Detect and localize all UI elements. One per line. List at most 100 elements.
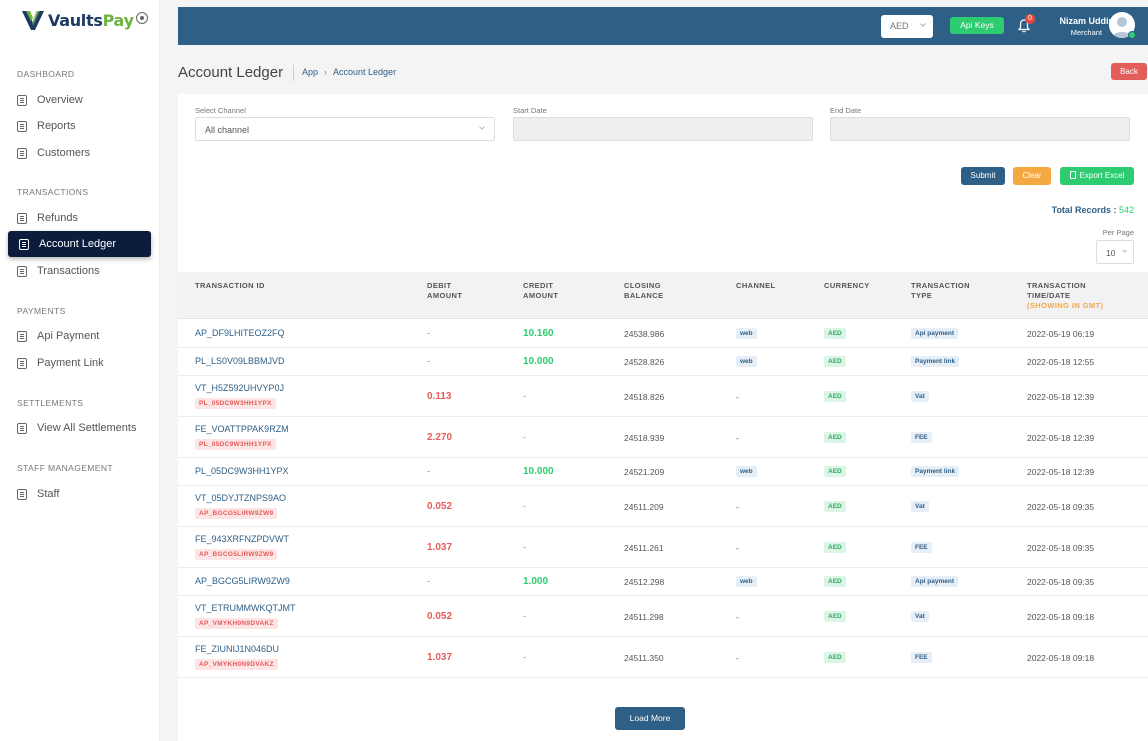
sidebar-item-transactions[interactable]: Transactions	[17, 263, 100, 279]
channel-badge: web	[736, 576, 757, 587]
sidebar-item-refunds[interactable]: Refunds	[17, 210, 78, 226]
credit-amount: 1.000	[523, 576, 549, 587]
debit-amount: 1.037	[427, 651, 453, 663]
currency-badge: AED	[824, 431, 846, 443]
transaction-time: 2022-05-18 09:35	[1027, 501, 1095, 512]
transaction-id-link[interactable]: VT_ETRUMMWKQTJMT	[195, 603, 296, 613]
reference-badge[interactable]: AP_VMYKH0N9DVAKZ	[195, 618, 278, 629]
load-more-button[interactable]: Load More	[615, 707, 685, 730]
transaction-id-link[interactable]: FE_943XRFNZPDVWT	[195, 534, 289, 544]
th-debit-amount[interactable]: DEBIT AMOUNT	[427, 281, 462, 301]
reference-badge[interactable]: AP_VMYKH0N9DVAKZ	[195, 659, 278, 670]
sidebar-item-account-ledger[interactable]: Account Ledger	[8, 231, 151, 257]
channel-badge: web	[736, 466, 757, 477]
table-row[interactable]: FE_ZIUNIJ1N046DU AP_VMYKH0N9DVAKZ 1.037 - 24…	[178, 637, 1148, 678]
closing-balance: 24511.261	[624, 542, 664, 553]
transaction-time: 2022-05-18 12:39	[1027, 432, 1095, 443]
debit-amount: -	[427, 466, 430, 476]
breadcrumb-current[interactable]: Account Ledger	[333, 67, 396, 77]
end-date-input[interactable]	[830, 117, 1130, 141]
closing-balance: 24511.298	[624, 611, 664, 622]
sidebar-item-customers[interactable]: Customers	[17, 145, 90, 161]
total-records: Total Records : 542	[1051, 205, 1134, 215]
th-closing-balance[interactable]: CLOSING BALANCE	[624, 281, 663, 301]
transaction-id-link[interactable]: AP_DF9LHITEOZ2FQ	[195, 328, 285, 338]
table-row[interactable]: VT_05DYJTZNPS9AO AP_BGCG5LIRW9ZW9 0.052 - 24…	[178, 486, 1148, 527]
sidebar-item-staff[interactable]: Staff	[17, 486, 59, 502]
closing-balance: 24512.298	[624, 577, 665, 587]
currency-badge: AED	[824, 610, 846, 622]
section-title-settlements: SETTLEMENTS	[17, 398, 84, 408]
sidebar-item-view-all-settlements[interactable]: View All Settlements	[17, 420, 136, 436]
currency-badge: AED	[824, 328, 846, 339]
debit-amount: -	[427, 328, 430, 338]
transaction-time: 2022-05-18 09:18	[1027, 611, 1095, 622]
transaction-time: 2022-05-18 12:55	[1027, 357, 1095, 367]
table-row[interactable]: FE_VOATTPPAK9RZM PL_05DC9W3HH1YPX 2.270 - 24…	[178, 417, 1148, 458]
back-button[interactable]: Back	[1111, 63, 1147, 80]
table-row[interactable]: AP_BGCG5LIRW9ZW9 - 1.000 24512.298 web AED Api…	[178, 568, 1148, 596]
document-icon	[17, 330, 27, 342]
currency-select[interactable]: AED	[881, 15, 933, 38]
api-keys-button[interactable]: Api Keys	[950, 17, 1004, 34]
transaction-type-badge: Vat	[911, 390, 929, 402]
credit-amount: -	[523, 431, 526, 442]
reference-badge[interactable]: AP_BGCG5LIRW9ZW9	[195, 508, 278, 519]
th-credit-amount[interactable]: CREDIT AMOUNT	[523, 281, 558, 301]
reference-badge[interactable]: PL_05DC9W3HH1YPX	[195, 398, 276, 409]
section-title-payments: PAYMENTS	[17, 306, 66, 316]
per-page-select[interactable]: 10	[1096, 240, 1134, 264]
sidebar-item-api-payment[interactable]: Api Payment	[17, 328, 99, 344]
debit-amount: 2.270	[427, 431, 453, 443]
start-date-label: Start Date	[513, 106, 547, 115]
th-transaction-type[interactable]: TRANSACTION TYPE	[911, 281, 970, 301]
start-date-input[interactable]	[513, 117, 813, 141]
sidebar-item-payment-link[interactable]: Payment Link	[17, 355, 104, 371]
credit-amount: -	[523, 610, 526, 621]
transaction-time: 2022-05-18 09:35	[1027, 542, 1095, 553]
table-row[interactable]: PL_LS0V09LBBMJVD - 10.000 24528.826 web AED Pa…	[178, 348, 1148, 376]
clear-button[interactable]: Clear	[1013, 167, 1051, 185]
channel-select[interactable]: All channel	[195, 117, 495, 141]
submit-button[interactable]: Submit	[961, 167, 1005, 185]
reference-badge[interactable]: AP_BGCG5LIRW9ZW9	[195, 549, 278, 560]
sidebar-item-reports[interactable]: Reports	[17, 118, 76, 134]
transaction-id-link[interactable]: AP_BGCG5LIRW9ZW9	[195, 576, 290, 586]
credit-amount: 10.000	[523, 356, 554, 367]
breadcrumb-app-link[interactable]: App	[302, 67, 318, 77]
transaction-id-link[interactable]: FE_VOATTPPAK9RZM	[195, 424, 289, 434]
table-row[interactable]: VT_H5Z592UHVYP0J PL_05DC9W3HH1YPX 0.113 - 24…	[178, 376, 1148, 417]
table-row[interactable]: FE_943XRFNZPDVWT AP_BGCG5LIRW9ZW9 1.037 - 24…	[178, 527, 1148, 568]
user-name[interactable]: Nizam Uddin	[1020, 16, 1114, 26]
document-icon	[17, 422, 27, 434]
table-row[interactable]: VT_ETRUMMWKQTJMT AP_VMYKH0N9DVAKZ 0.052 - 24…	[178, 596, 1148, 637]
brand-logo[interactable]: VaultsPay	[20, 8, 134, 32]
document-icon	[17, 94, 27, 106]
sidebar-item-overview[interactable]: Overview	[17, 92, 83, 108]
th-transaction-id[interactable]: TRANSACTION ID	[195, 281, 265, 291]
sidebar: VaultsPay DASHBOARD Overview Reports Cus…	[0, 0, 160, 741]
th-currency[interactable]: CURRENCY	[824, 281, 870, 291]
transaction-id-link[interactable]: PL_05DC9W3HH1YPX	[195, 466, 289, 476]
reference-badge[interactable]: PL_05DC9W3HH1YPX	[195, 439, 276, 450]
document-icon	[17, 147, 27, 159]
table-row[interactable]: PL_05DC9W3HH1YPX - 10.000 24521.209 web AED Pa…	[178, 458, 1148, 486]
th-channel[interactable]: CHANNEL	[736, 281, 775, 291]
th-transaction-time[interactable]: TRANSACTION TIME/DATE (SHOWING IN GMT)	[1027, 281, 1103, 311]
document-icon	[17, 265, 27, 277]
transaction-id-link[interactable]: VT_05DYJTZNPS9AO	[195, 493, 286, 503]
transaction-time: 2022-05-18 12:39	[1027, 467, 1095, 477]
transaction-id-link[interactable]: PL_LS0V09LBBMJVD	[195, 356, 285, 366]
transaction-id-link[interactable]: VT_H5Z592UHVYP0J	[195, 383, 284, 393]
transaction-id-link[interactable]: FE_ZIUNIJ1N046DU	[195, 644, 279, 654]
table-row[interactable]: AP_DF9LHITEOZ2FQ - 10.160 24538.986 web AED Ap…	[178, 320, 1148, 348]
currency-badge: AED	[824, 500, 846, 512]
sidebar-toggle-icon[interactable]	[136, 12, 148, 24]
total-records-value: 542	[1118, 205, 1134, 215]
excel-file-icon	[1069, 171, 1076, 179]
export-excel-button[interactable]: Export Excel	[1060, 167, 1134, 185]
debit-amount: -	[427, 356, 430, 366]
transaction-type-badge: Api payment	[911, 328, 959, 339]
closing-balance: 24521.209	[624, 467, 665, 477]
document-icon	[17, 357, 27, 369]
